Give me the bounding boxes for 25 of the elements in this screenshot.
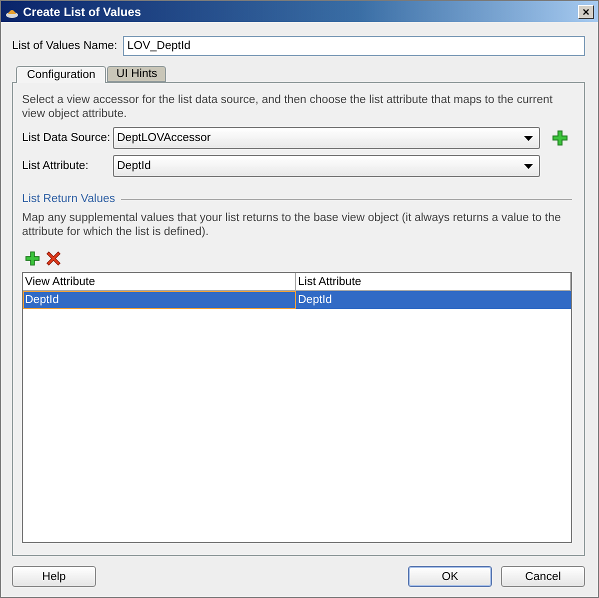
add-icon[interactable] (25, 251, 40, 266)
tab[interactable]: UI Hints (107, 66, 166, 82)
close-button[interactable]: × (578, 4, 594, 18)
delete-icon[interactable] (46, 251, 61, 266)
dropdown-caret-icon[interactable] (524, 164, 533, 168)
tab[interactable]: Configuration (16, 66, 106, 83)
name-input[interactable]: LOV_DeptId (123, 36, 585, 56)
description-text: Select a view accessor for the list data source, and then choose the list attribute that maps to the current view object attribute. (22, 93, 554, 121)
window-title: Create List of Values (23, 4, 142, 18)
column-header[interactable]: View Attribute (23, 273, 296, 291)
section-title: List Return Values (22, 193, 116, 205)
name-label: List of Values Name: (12, 40, 118, 52)
field-label: List Data Source: (22, 132, 112, 144)
dropdown[interactable]: DeptId (113, 155, 540, 177)
help-button[interactable]: Help (12, 566, 96, 587)
dropdown[interactable]: DeptLOVAccessor (113, 127, 540, 149)
table-cell[interactable]: DeptId (23, 291, 296, 309)
dropdown-caret-icon[interactable] (524, 136, 533, 140)
dialog-button[interactable]: OK (408, 566, 492, 587)
dialog-button[interactable]: Cancel (501, 566, 585, 587)
field-label: List Attribute: (22, 160, 90, 172)
section-description: Map any supplemental values that your list returns to the base view object (it always returns a value to the attribute for which the list is defined). (22, 211, 562, 239)
table-cell[interactable]: DeptId (296, 291, 571, 309)
column-header[interactable]: List Attribute (296, 273, 571, 291)
add-icon[interactable] (552, 130, 568, 146)
